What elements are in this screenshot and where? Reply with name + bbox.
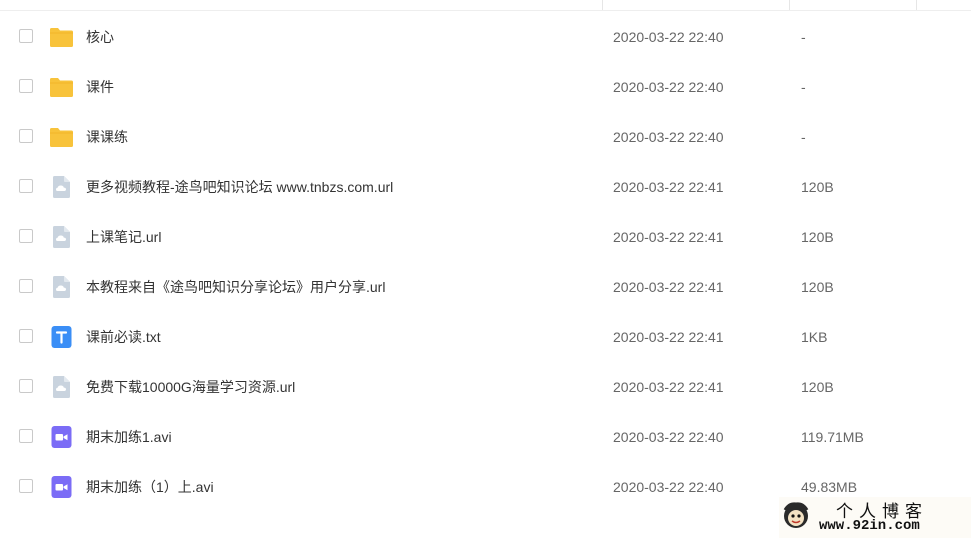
file-size: - — [801, 129, 806, 145]
file-size: 119.71MB — [801, 429, 864, 445]
row-checkbox[interactable] — [19, 129, 33, 143]
link-file-icon — [49, 175, 74, 199]
file-row[interactable]: 更多视频教程-途鸟吧知识论坛 www.tnbzs.com.url 2020-03… — [0, 162, 971, 212]
file-name[interactable]: 核心 — [86, 28, 114, 46]
folder-icon — [49, 75, 74, 99]
file-name[interactable]: 更多视频教程-途鸟吧知识论坛 www.tnbzs.com.url — [86, 178, 393, 196]
file-row[interactable]: 本教程来自《途鸟吧知识分享论坛》用户分享.url 2020-03-22 22:4… — [0, 262, 971, 312]
row-checkbox[interactable] — [19, 379, 33, 393]
column-divider[interactable] — [602, 0, 603, 10]
text-file-icon — [49, 325, 74, 349]
file-size: 120B — [801, 279, 834, 295]
row-checkbox[interactable] — [19, 79, 33, 93]
video-file-icon — [49, 425, 74, 449]
file-row[interactable]: 上课笔记.url 2020-03-22 22:41 120B — [0, 212, 971, 262]
modified-date: 2020-03-22 22:40 — [613, 79, 724, 95]
link-file-icon — [49, 275, 74, 299]
file-row[interactable]: 课前必读.txt 2020-03-22 22:41 1KB — [0, 312, 971, 362]
row-checkbox[interactable] — [19, 329, 33, 343]
row-checkbox[interactable] — [19, 29, 33, 43]
file-name[interactable]: 上课笔记.url — [86, 228, 161, 246]
modified-date: 2020-03-22 22:40 — [613, 479, 724, 495]
row-checkbox[interactable] — [19, 429, 33, 443]
row-checkbox[interactable] — [19, 179, 33, 193]
modified-date: 2020-03-22 22:41 — [613, 179, 724, 195]
modified-date: 2020-03-22 22:41 — [613, 229, 724, 245]
row-checkbox[interactable] — [19, 229, 33, 243]
row-checkbox[interactable] — [19, 279, 33, 293]
row-checkbox[interactable] — [19, 479, 33, 493]
column-divider[interactable] — [916, 0, 917, 10]
watermark-url: www.92in.com — [819, 518, 920, 534]
modified-date: 2020-03-22 22:40 — [613, 429, 724, 445]
file-list-page: 核心 2020-03-22 22:40 - 课件 2020-03-22 22:4… — [0, 0, 971, 538]
file-list: 核心 2020-03-22 22:40 - 课件 2020-03-22 22:4… — [0, 12, 971, 512]
file-size: 49.83MB — [801, 479, 858, 495]
link-file-icon — [49, 225, 74, 249]
column-divider[interactable] — [789, 0, 790, 10]
file-size: 120B — [801, 179, 834, 195]
file-row[interactable]: 课件 2020-03-22 22:40 - — [0, 62, 971, 112]
file-name[interactable]: 期末加练（1）上.avi — [86, 478, 214, 496]
column-header-strip — [0, 0, 971, 11]
file-size: 120B — [801, 229, 834, 245]
file-size: 1KB — [801, 329, 828, 345]
modified-date: 2020-03-22 22:41 — [613, 329, 724, 345]
file-size: - — [801, 79, 806, 95]
file-name[interactable]: 课课练 — [86, 128, 128, 146]
file-name[interactable]: 课件 — [86, 78, 114, 96]
file-row[interactable]: 课课练 2020-03-22 22:40 - — [0, 112, 971, 162]
folder-icon — [49, 25, 74, 49]
blog-watermark: 个人博客 www.92in.com — [779, 497, 971, 538]
link-file-icon — [49, 375, 74, 399]
file-name[interactable]: 本教程来自《途鸟吧知识分享论坛》用户分享.url — [86, 278, 385, 296]
modified-date: 2020-03-22 22:40 — [613, 129, 724, 145]
mascot-logo-icon — [781, 501, 811, 531]
file-name[interactable]: 课前必读.txt — [86, 328, 161, 346]
file-row[interactable]: 期末加练1.avi 2020-03-22 22:40 119.71MB — [0, 412, 971, 462]
file-size: - — [801, 29, 806, 45]
folder-icon — [49, 125, 74, 149]
file-name[interactable]: 免费下载10000G海量学习资源.url — [86, 378, 295, 396]
file-row[interactable]: 核心 2020-03-22 22:40 - — [0, 12, 971, 62]
file-size: 120B — [801, 379, 834, 395]
video-file-icon — [49, 475, 74, 499]
modified-date: 2020-03-22 22:41 — [613, 279, 724, 295]
file-name[interactable]: 期末加练1.avi — [86, 428, 172, 446]
modified-date: 2020-03-22 22:41 — [613, 379, 724, 395]
modified-date: 2020-03-22 22:40 — [613, 29, 724, 45]
file-row[interactable]: 免费下载10000G海量学习资源.url 2020-03-22 22:41 12… — [0, 362, 971, 412]
